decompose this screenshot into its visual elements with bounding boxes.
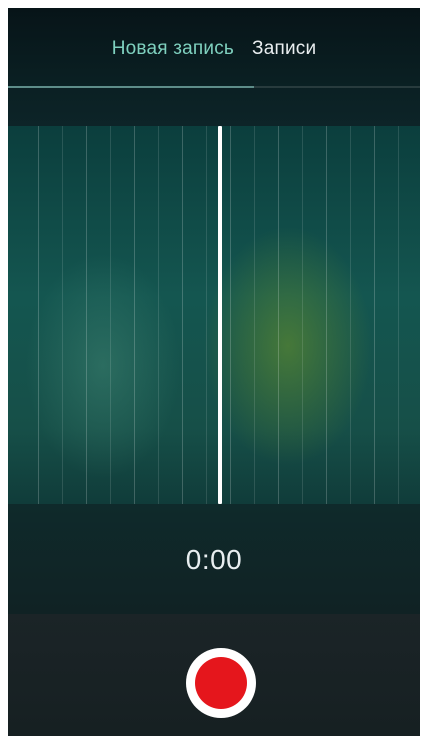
tab-bar: Новая запись Записи: [8, 34, 420, 64]
time-grid-line: [350, 126, 351, 504]
time-grid-line: [254, 126, 255, 504]
time-grid-line: [182, 126, 183, 504]
time-grid-line: [398, 126, 399, 504]
time-grid-line: [206, 126, 207, 504]
tab-new-recording[interactable]: Новая запись: [112, 38, 234, 60]
time-grid-line: [302, 126, 303, 504]
waveform-area: [8, 126, 420, 504]
time-grid-line: [230, 126, 231, 504]
playhead[interactable]: [218, 126, 222, 504]
record-button[interactable]: [186, 648, 256, 718]
header: Новая запись Записи: [8, 8, 420, 126]
time-grid-line: [374, 126, 375, 504]
time-grid-line: [62, 126, 63, 504]
time-grid-line: [158, 126, 159, 504]
time-grid-line: [278, 126, 279, 504]
active-tab-indicator: [8, 86, 254, 88]
tab-recordings[interactable]: Записи: [252, 38, 316, 60]
voice-recorder-screen: Новая запись Записи 0:00: [8, 8, 420, 736]
record-icon: [195, 657, 247, 709]
elapsed-time: 0:00: [185, 544, 243, 575]
time-grid-line: [86, 126, 87, 504]
time-grid-line: [38, 126, 39, 504]
time-grid-line: [134, 126, 135, 504]
time-grid-line: [326, 126, 327, 504]
time-grid-line: [110, 126, 111, 504]
